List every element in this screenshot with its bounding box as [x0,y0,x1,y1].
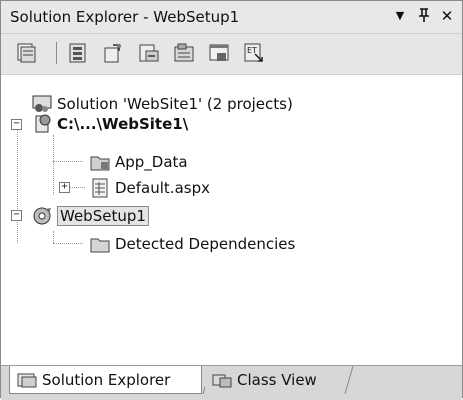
tree-connector [53,243,83,244]
window-title: Solution Explorer - WebSetup1 [10,8,240,26]
tree-item-websetup[interactable]: WebSetup1 [31,205,149,227]
tree-item-label: Detected Dependencies [115,235,296,253]
tree-item-detected-dependencies[interactable]: Detected Dependencies [89,233,295,255]
file-system-editor-icon[interactable] [137,41,161,65]
tree-connector [53,161,83,162]
toolbar: ET [1,34,462,75]
aspx-file-icon [92,178,108,198]
toolbar-separator [56,42,57,64]
collapse-toggle[interactable]: − [11,210,22,221]
tree-connector [17,123,18,243]
window-dropdown-button[interactable]: ▼ [391,7,409,25]
class-view-icon [212,374,232,388]
registry-editor-icon[interactable] [172,41,196,65]
tree-item-default-aspx[interactable]: Default.aspx [89,177,210,199]
folder-icon [90,238,110,253]
pin-button[interactable] [415,7,433,25]
tree-item-solution[interactable]: Solution 'WebSite1' (2 projects) [31,93,293,115]
expand-toggle[interactable]: + [59,182,70,193]
tree-item-label: Default.aspx [115,179,210,197]
solution-explorer-window: Solution Explorer - WebSetup1 ▼ ✕ ET Sol… [0,0,463,400]
show-all-files-icon[interactable] [66,41,90,65]
bottom-tab-bar: Solution Explorer Class View [1,365,462,400]
solution-explorer-icon [17,373,37,387]
collapse-toggle[interactable]: − [11,119,22,130]
tree-item-app-data[interactable]: App_Data [89,151,188,173]
close-button[interactable]: ✕ [438,7,456,25]
tree-item-label: App_Data [115,153,188,171]
tree-connector [53,135,54,195]
tab-label: Class View [237,371,317,389]
tree-connector [53,231,54,243]
user-interface-editor-icon[interactable]: ET [242,41,266,65]
tree-item-label: Solution 'WebSite1' (2 projects) [57,95,293,113]
tab-label: Solution Explorer [42,370,171,389]
tab-class-view[interactable]: Class View [205,366,351,394]
refresh-icon[interactable] [101,41,125,65]
folder-icon [90,156,110,171]
website-project-icon [35,114,51,133]
tree-item-label: WebSetup1 [57,206,149,226]
solution-tree: Solution 'WebSite1' (2 projects) − C:\..… [1,75,462,365]
file-types-editor-icon[interactable] [207,41,231,65]
title-bar: Solution Explorer - WebSetup1 ▼ ✕ [1,1,462,34]
tree-item-label: C:\...\WebSite1\ [57,115,189,133]
setup-project-icon [33,207,51,225]
properties-icon[interactable] [15,41,39,65]
tree-item-website[interactable]: C:\...\WebSite1\ [31,113,188,135]
tab-solution-explorer[interactable]: Solution Explorer [9,366,202,394]
solution-icon [32,95,52,112]
tab-divider [344,366,354,394]
pin-icon [419,8,429,22]
